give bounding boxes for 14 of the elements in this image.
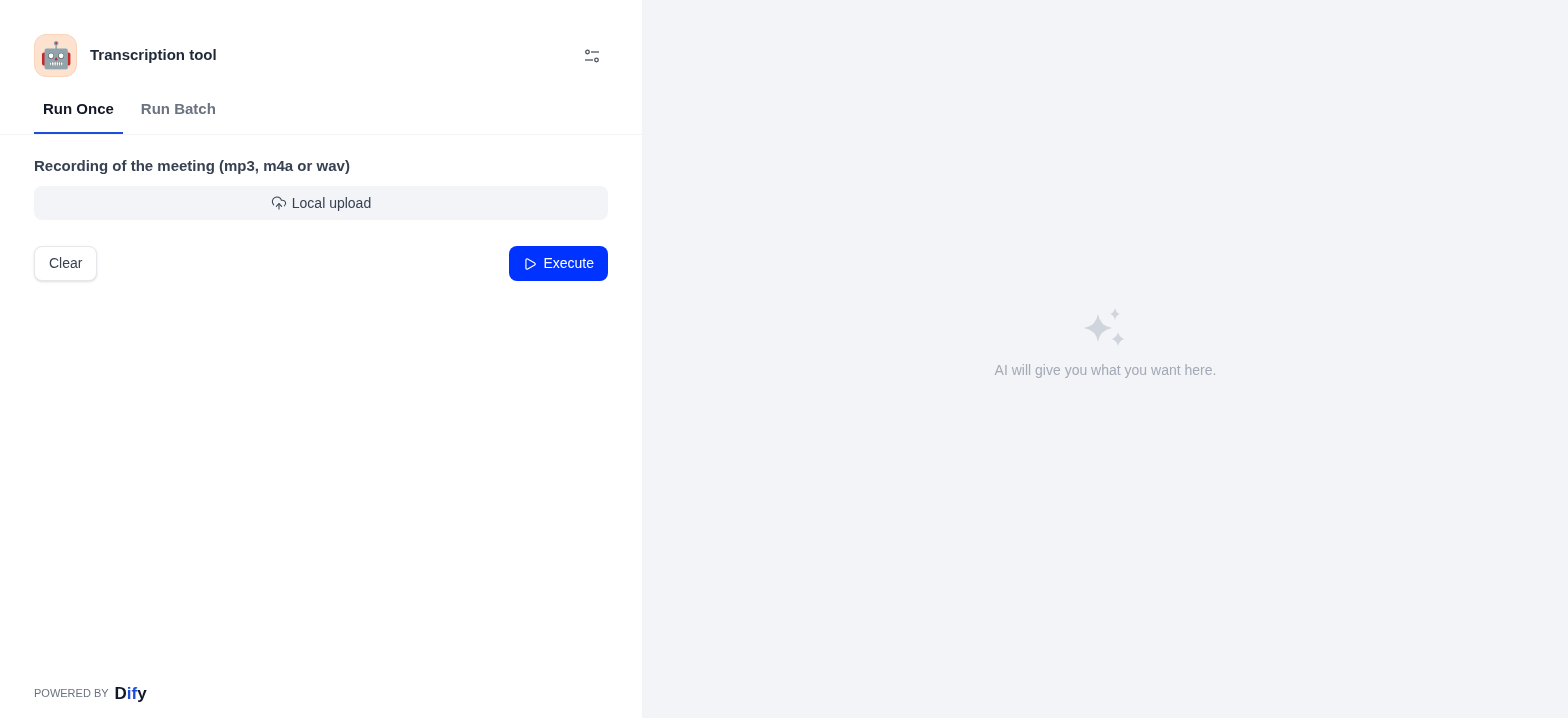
local-upload-button[interactable]: Local upload [34,186,608,220]
cloud-upload-icon [270,195,287,211]
app-icon: 🤖 [34,34,77,77]
field-label: Recording of the meeting (mp3, m4a or wav) [34,155,351,176]
execute-button[interactable]: Execute [509,246,608,281]
dify-logo: Dify [114,682,147,705]
powered-by-text: POWERED BY [34,686,109,701]
empty-state-text: AI will give you what you want here. [994,360,1217,380]
tab[interactable]: Run Once [34,98,123,134]
clear-button[interactable]: Clear [34,246,98,281]
play-icon [523,256,538,271]
tab[interactable]: Run Batch [131,98,225,134]
app-title: Transcription tool [90,45,217,66]
settings-icon[interactable] [584,47,600,64]
